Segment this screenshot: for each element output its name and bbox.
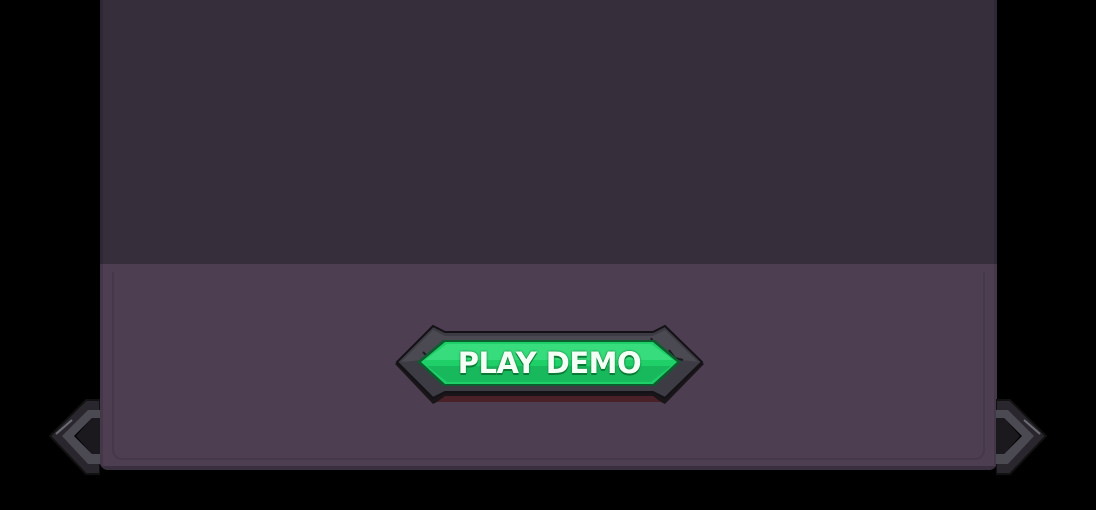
game-stage: PLAY DEMO	[0, 0, 1096, 510]
panel-top-area	[100, 0, 997, 264]
chevron-right-icon	[995, 399, 1048, 475]
play-demo-label: PLAY DEMO	[457, 346, 642, 380]
panel-bottom-edge	[100, 466, 997, 470]
play-demo-button[interactable]: PLAY DEMO	[393, 322, 706, 412]
prev-arrow-button[interactable]	[46, 398, 101, 476]
next-arrow-button[interactable]	[995, 398, 1050, 476]
chevron-left-icon	[48, 399, 101, 475]
